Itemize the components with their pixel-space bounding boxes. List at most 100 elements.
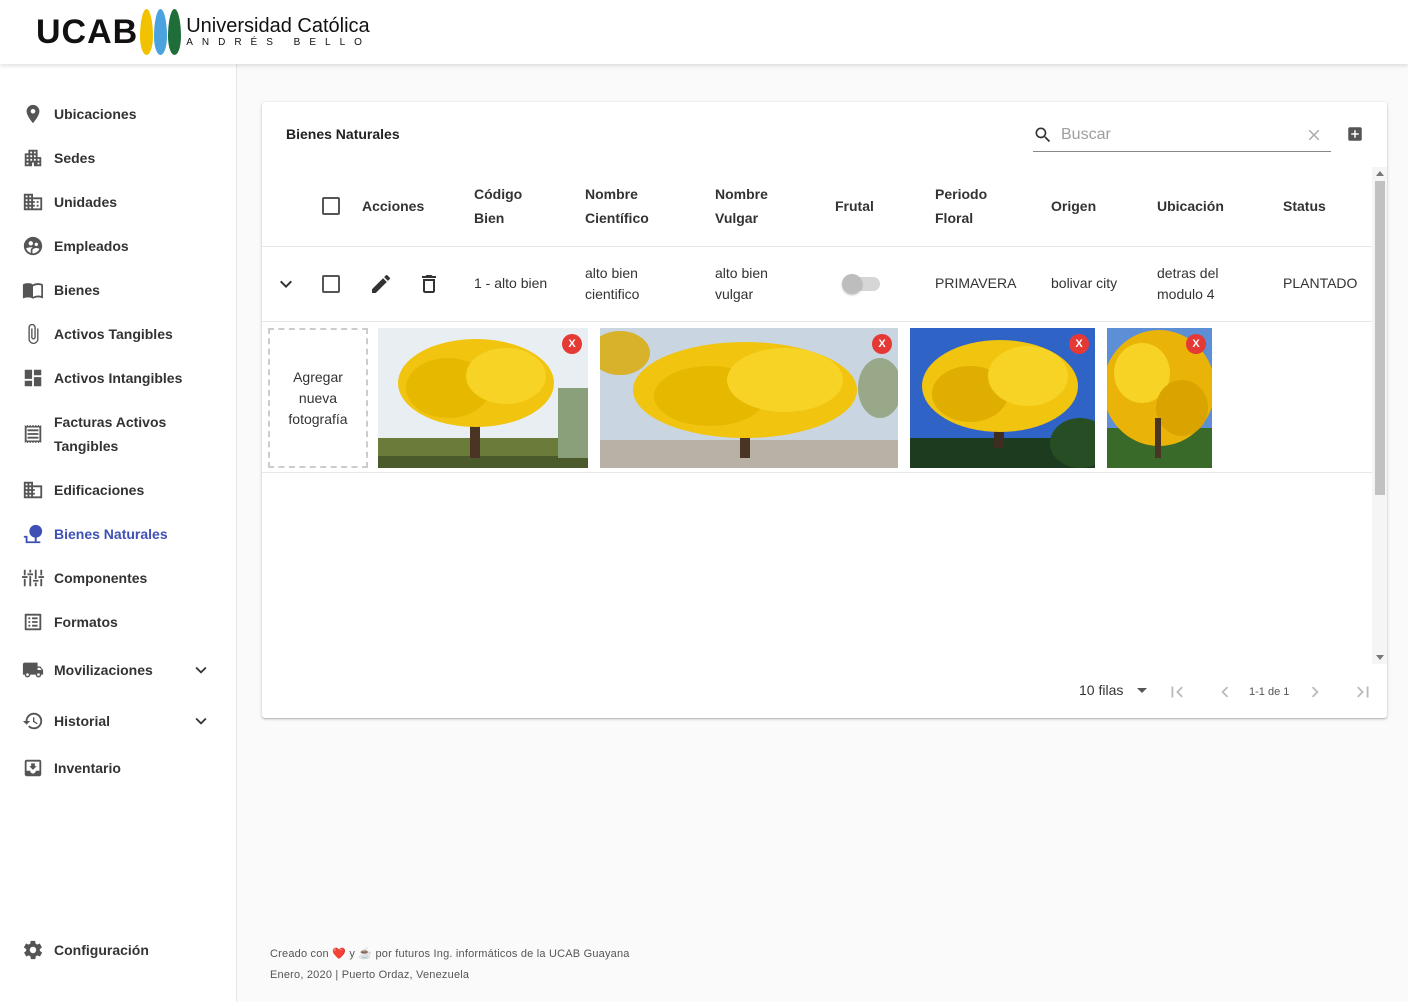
- scrollbar-thumb[interactable]: [1375, 181, 1385, 495]
- add-photo-button[interactable]: Agregar nueva fotografía: [268, 328, 368, 468]
- sidebar-item-label: Formatos: [54, 614, 118, 630]
- divider: [262, 321, 1372, 322]
- sidebar-item-formatos[interactable]: Formatos: [14, 610, 224, 634]
- photo-thumbnail[interactable]: X: [1107, 328, 1212, 468]
- tree-photo-image: [910, 328, 1095, 468]
- remove-photo-button[interactable]: X: [562, 334, 582, 354]
- cell-line: alto bien: [715, 265, 768, 281]
- sidebar: Ubicaciones Sedes Unidades Empleados Bie…: [0, 64, 237, 1002]
- page-range: 1-1 de 1: [1249, 686, 1290, 698]
- column-header-line: Científico: [585, 210, 649, 226]
- scroll-up-arrow[interactable]: [1376, 171, 1384, 176]
- chevron-down-icon[interactable]: [190, 710, 212, 732]
- photo-thumbnail[interactable]: X: [910, 328, 1095, 468]
- sidebar-item-inventario[interactable]: Inventario: [14, 756, 224, 780]
- column-header-periodo-floral[interactable]: Periodo Floral: [935, 182, 987, 230]
- sidebar-item-historial[interactable]: Historial: [14, 709, 224, 733]
- logo-drop-yellow: [140, 9, 154, 55]
- tree-photo-image: [600, 328, 898, 468]
- search-input[interactable]: [1061, 124, 1291, 146]
- clear-search-icon[interactable]: [1305, 126, 1323, 144]
- sidebar-item-bienes[interactable]: Bienes: [14, 278, 224, 302]
- sidebar-item-componentes[interactable]: Componentes: [14, 566, 224, 590]
- column-header-status[interactable]: Status: [1283, 194, 1326, 218]
- dashboard-icon: [22, 367, 44, 389]
- sidebar-item-facturas[interactable]: Facturas Activos Tangibles: [14, 410, 224, 458]
- sidebar-item-label: Movilizaciones: [54, 662, 153, 678]
- scroll-down-arrow[interactable]: [1376, 655, 1384, 660]
- remove-photo-button[interactable]: X: [1069, 334, 1089, 354]
- sidebar-item-label: Configuración: [54, 942, 149, 958]
- column-header-codigo[interactable]: Código Bien: [474, 182, 522, 230]
- group-icon: [22, 235, 44, 257]
- cell-codigo: 1 - alto bien: [474, 275, 548, 291]
- sidebar-item-label: Edificaciones: [54, 482, 145, 498]
- location-pin-icon: [22, 103, 44, 125]
- sidebar-item-activos-intangibles[interactable]: Activos Intangibles: [14, 366, 224, 390]
- column-header-ubicacion[interactable]: Ubicación: [1157, 194, 1224, 218]
- row-checkbox[interactable]: [322, 275, 340, 293]
- cell-nombre-vulgar: alto bien vulgar: [715, 263, 768, 305]
- column-header-line: Periodo: [935, 186, 988, 202]
- dropdown-caret-icon: [1137, 687, 1148, 693]
- sidebar-item-activos-tangibles[interactable]: Activos Tangibles: [14, 322, 224, 346]
- footer-text: Creado con: [270, 948, 329, 960]
- column-header-nombre-vulgar[interactable]: Nombre Vulgar: [715, 182, 768, 230]
- sidebar-item-label: Facturas Activos Tangibles: [54, 414, 167, 454]
- building-icon: [22, 479, 44, 501]
- remove-photo-button[interactable]: X: [872, 334, 892, 354]
- photo-thumbnail[interactable]: X: [600, 328, 898, 468]
- photo-thumbnail[interactable]: X: [378, 328, 588, 468]
- footer-credits: Creado con ❤️ y ☕ por futuros Ing. infor…: [270, 944, 630, 965]
- add-bien-button[interactable]: [1346, 125, 1364, 143]
- chevron-down-icon[interactable]: [190, 659, 212, 681]
- rows-per-page-select[interactable]: 10 filas: [1079, 682, 1148, 698]
- pencil-icon: [372, 274, 391, 293]
- footer-text: por futuros Ing. informáticos de la UCAB…: [375, 948, 630, 960]
- cell-line: modulo 4: [1157, 286, 1215, 302]
- logo-drop-blue: [154, 9, 168, 55]
- chevron-right-icon: [1311, 686, 1319, 698]
- first-page-button[interactable]: [1166, 681, 1188, 703]
- logo-ucab-text: UCAB: [36, 12, 139, 51]
- next-page-button[interactable]: [1304, 681, 1326, 703]
- sidebar-item-sedes[interactable]: Sedes: [14, 146, 224, 170]
- sidebar-item-ubicaciones[interactable]: Ubicaciones: [14, 102, 224, 126]
- select-all-checkbox[interactable]: [322, 197, 340, 215]
- rows-per-page-value: 10 filas: [1079, 682, 1124, 698]
- sidebar-item-unidades[interactable]: Unidades: [14, 190, 224, 214]
- expand-row-button[interactable]: [274, 272, 298, 296]
- toggle-thumb: [842, 274, 862, 294]
- delete-button[interactable]: [417, 272, 441, 296]
- sidebar-item-label: Historial: [54, 713, 111, 729]
- receipt-icon: [22, 423, 44, 445]
- tree-icon: [22, 523, 44, 545]
- column-header-frutal[interactable]: Frutal: [835, 194, 874, 218]
- column-header-line: Nombre: [715, 186, 768, 202]
- ucab-logo[interactable]: UCAB Universidad Católica ANDRÉS BELLO: [36, 6, 371, 58]
- sidebar-item-empleados[interactable]: Empleados: [14, 234, 224, 258]
- column-header-nombre-cientifico[interactable]: Nombre Científico: [585, 182, 649, 230]
- previous-page-button[interactable]: [1214, 681, 1236, 703]
- sidebar-item-edificaciones[interactable]: Edificaciones: [14, 478, 224, 502]
- buildings-icon: [22, 147, 44, 169]
- sidebar-item-bienes-naturales[interactable]: Bienes Naturales: [14, 522, 224, 546]
- frutal-toggle[interactable]: [842, 274, 880, 294]
- table-scrollbar[interactable]: [1372, 167, 1387, 664]
- remove-photo-button[interactable]: X: [1186, 334, 1206, 354]
- tune-icon: [22, 567, 44, 589]
- book-icon: [22, 279, 44, 301]
- cell-line: detras del: [1157, 265, 1219, 281]
- column-header-origen[interactable]: Origen: [1051, 194, 1096, 218]
- cell-line: alto bien: [585, 265, 638, 281]
- sidebar-item-label: Empleados: [54, 238, 129, 254]
- sidebar-item-movilizaciones[interactable]: Movilizaciones: [14, 658, 224, 682]
- sidebar-item-configuracion[interactable]: Configuración: [14, 938, 224, 962]
- column-header-line: Floral: [935, 210, 974, 226]
- last-page-button[interactable]: [1352, 681, 1374, 703]
- heart-icon: ❤️: [332, 948, 347, 960]
- logo-university: Universidad Católica: [186, 15, 370, 37]
- edit-button[interactable]: [369, 272, 393, 296]
- logo-text: Universidad Católica ANDRÉS BELLO: [186, 16, 371, 48]
- chevron-left-icon: [1221, 686, 1229, 698]
